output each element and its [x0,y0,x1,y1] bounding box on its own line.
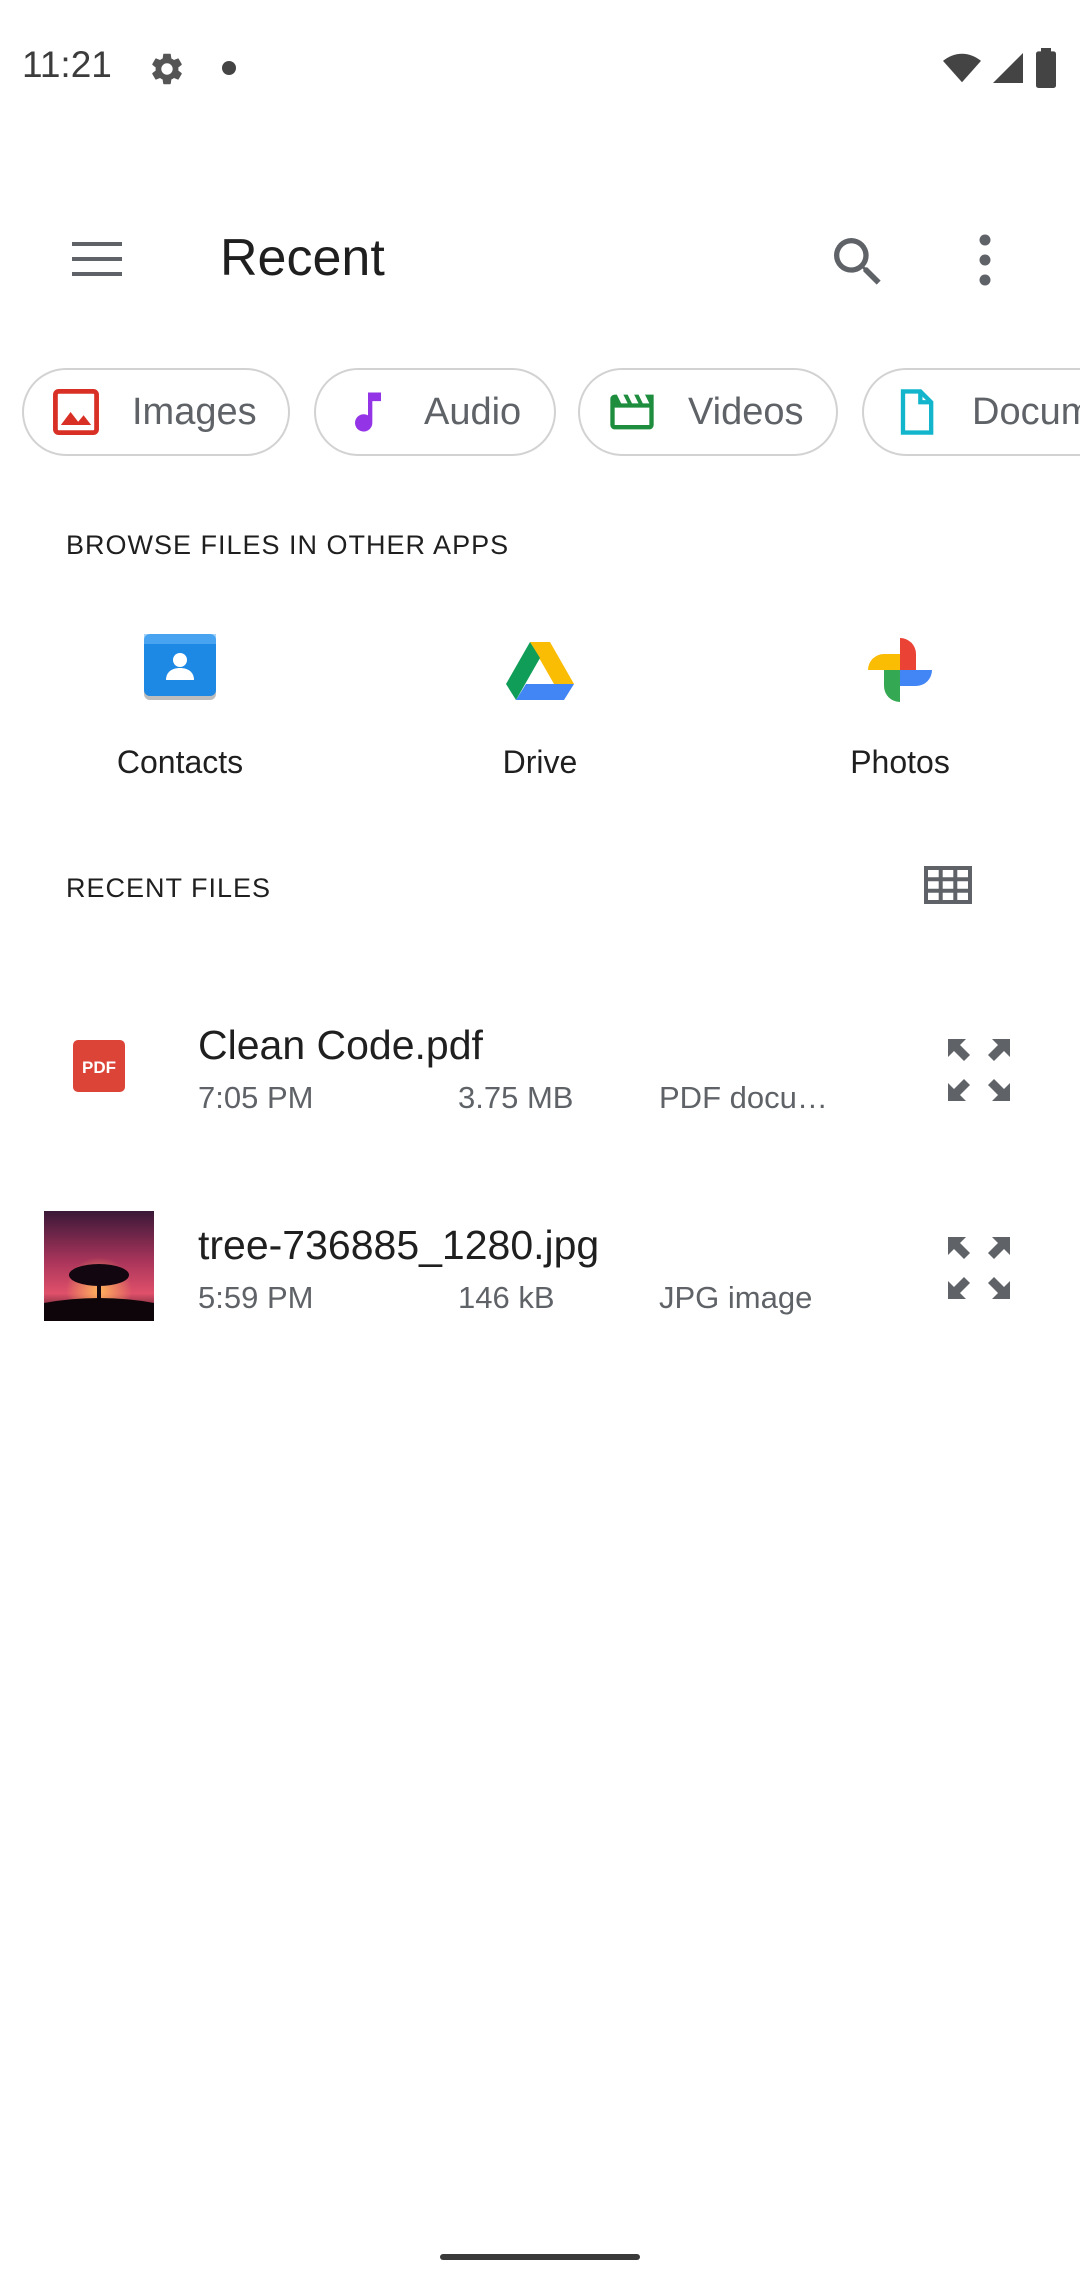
app-label: Drive [502,744,578,780]
svg-text:PDF: PDF [82,1058,116,1077]
page-title: Recent [220,229,385,287]
file-type: PDF docu… [659,1080,828,1115]
app-drive[interactable]: Drive [360,630,720,800]
app-label: Photos [850,744,950,780]
app-contacts[interactable]: Contacts [0,630,360,800]
status-bar: 11:21 [0,0,1080,135]
filter-chips: Images Audio Videos Documents [22,368,1080,456]
chip-label: Images [132,390,257,433]
more-vert-icon[interactable] [960,230,1010,294]
notification-dot-icon [222,61,236,75]
music-note-icon [355,392,381,432]
contacts-icon [144,634,216,700]
grid-view-icon[interactable] [918,860,978,910]
file-type: JPG image [659,1280,813,1315]
chip-label: Videos [688,390,804,433]
image-thumbnail [44,1211,154,1321]
battery-icon [1036,48,1056,88]
app-photos[interactable]: Photos [720,630,1080,800]
file-row[interactable]: PDF Clean Code.pdf 7:05 PM 3.75 MB PDF d… [0,1000,1080,1150]
file-name: tree-736885_1280.jpg [198,1222,600,1268]
expand-preview-icon[interactable] [944,1035,1014,1105]
top-app-bar: Recent [0,200,1080,320]
chip-videos[interactable]: Videos [578,368,838,456]
google-photos-icon [868,638,932,702]
home-indicator[interactable] [440,2254,640,2260]
google-drive-icon [506,642,574,700]
chip-images[interactable]: Images [22,368,290,456]
chip-documents[interactable]: Documents [862,368,1080,456]
chip-audio[interactable]: Audio [314,368,556,456]
browse-section-label: BROWSE FILES IN OTHER APPS [66,530,510,560]
cell-signal-icon [993,53,1023,83]
document-icon [900,389,934,435]
pdf-file-icon: PDF [73,1040,125,1092]
app-label: Contacts [116,744,244,780]
status-time: 11:21 [22,44,112,85]
file-time: 5:59 PM [198,1280,314,1315]
chip-label: Audio [424,390,522,433]
file-row[interactable]: tree-736885_1280.jpg 5:59 PM 146 kB JPG … [0,1200,1080,1350]
chip-label: Documents [972,390,1080,433]
file-size: 146 kB [458,1280,555,1315]
expand-preview-icon[interactable] [944,1233,1014,1303]
movie-clapper-icon [610,394,654,430]
wifi-icon [943,53,981,83]
file-size: 3.75 MB [458,1080,574,1115]
status-icons [942,48,1058,88]
settings-gear-icon [152,53,182,85]
hamburger-menu-icon[interactable] [50,230,150,290]
file-time: 7:05 PM [198,1080,314,1115]
search-icon[interactable] [826,230,890,294]
file-name: Clean Code.pdf [198,1022,483,1068]
image-icon [53,389,99,435]
recent-files-label: RECENT FILES [66,873,272,903]
